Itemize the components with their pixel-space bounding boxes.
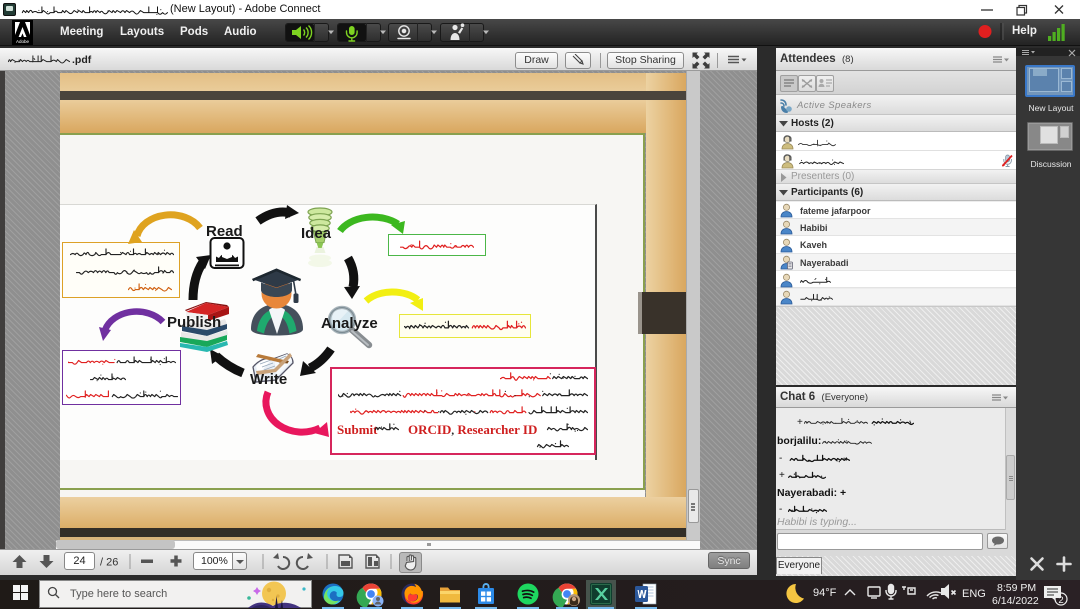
svg-text:ENG: ENG [962,588,986,600]
svg-text:8:59 PM: 8:59 PM [997,582,1036,594]
svg-text:6/14/2022: 6/14/2022 [992,595,1039,607]
svg-text:2: 2 [1058,595,1063,606]
